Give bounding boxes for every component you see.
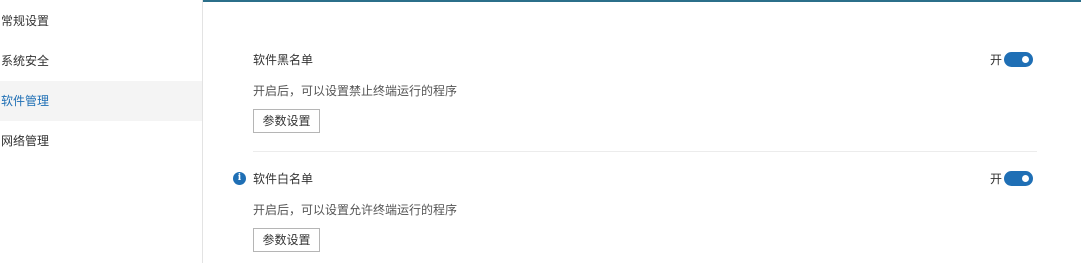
toggle-knob bbox=[1022, 55, 1030, 63]
whitelist-settings-button[interactable]: 参数设置 bbox=[253, 228, 320, 252]
main-panel: 软件黑名单 开 开启后，可以设置禁止终端运行的程序 参数设置 i 软件白名单 开… bbox=[204, 0, 1081, 263]
whitelist-title: 软件白名单 bbox=[253, 172, 314, 186]
blacklist-description: 开启后，可以设置禁止终端运行的程序 bbox=[253, 84, 458, 98]
sidebar-item-network-management[interactable]: 网络管理 bbox=[0, 121, 202, 161]
sidebar-item-software-management[interactable]: 软件管理 bbox=[0, 81, 202, 121]
sidebar-item-label: 网络管理 bbox=[1, 134, 50, 148]
sidebar: 常规设置 系统安全 软件管理 网络管理 bbox=[0, 0, 203, 263]
whitelist-toggle[interactable] bbox=[1004, 170, 1034, 186]
section-divider bbox=[253, 151, 1037, 152]
sidebar-item-general[interactable]: 常规设置 bbox=[0, 1, 202, 41]
sidebar-item-system-security[interactable]: 系统安全 bbox=[0, 41, 202, 81]
toggle-knob bbox=[1022, 174, 1030, 182]
sidebar-item-label: 系统安全 bbox=[1, 54, 50, 68]
blacklist-toggle[interactable] bbox=[1004, 51, 1034, 67]
sidebar-item-label: 常规设置 bbox=[1, 14, 50, 28]
info-icon[interactable]: i bbox=[233, 172, 246, 185]
blacklist-settings-button[interactable]: 参数设置 bbox=[253, 109, 320, 133]
sidebar-item-label: 软件管理 bbox=[1, 94, 50, 108]
whitelist-toggle-group: 开 bbox=[990, 170, 1034, 186]
blacklist-title: 软件黑名单 bbox=[253, 53, 314, 67]
toggle-label: 开 bbox=[990, 171, 1003, 186]
whitelist-description: 开启后，可以设置允许终端运行的程序 bbox=[253, 203, 458, 217]
blacklist-toggle-group: 开 bbox=[990, 51, 1034, 67]
toggle-label: 开 bbox=[990, 52, 1003, 67]
